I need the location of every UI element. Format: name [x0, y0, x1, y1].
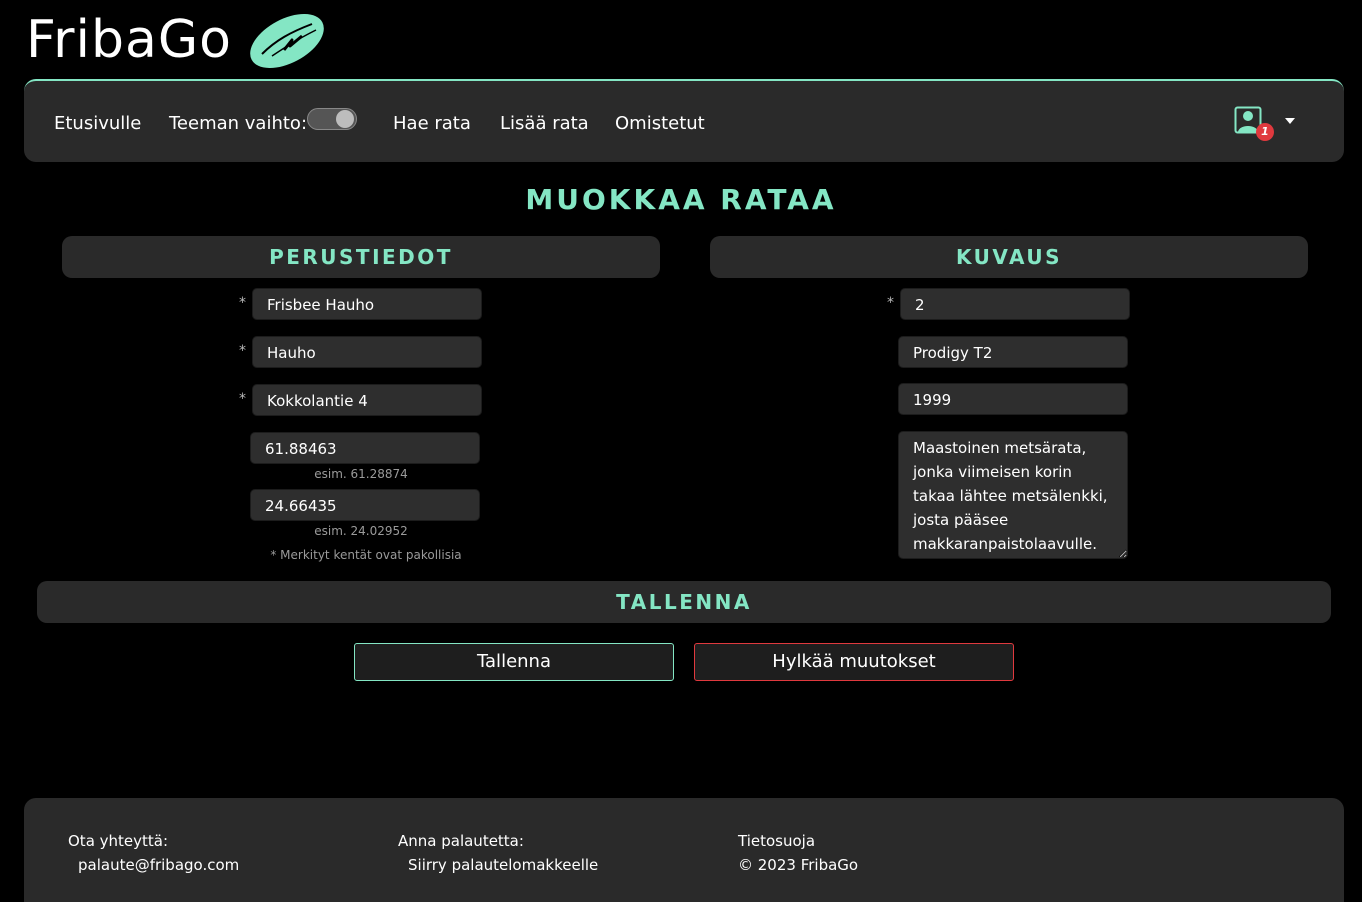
- logo-text: FribaGo: [26, 10, 232, 70]
- description-header: KUVAUS: [710, 236, 1308, 278]
- city-input[interactable]: Hauho: [252, 336, 482, 368]
- footer: Ota yhteyttä: palaute@fribago.com Anna p…: [24, 798, 1344, 902]
- theme-toggle[interactable]: [307, 108, 357, 130]
- save-section-header: TALLENNA: [37, 581, 1331, 623]
- theme-toggle-label: Teeman vaihto:: [169, 113, 308, 134]
- nav-home-link[interactable]: Etusivulle: [54, 113, 141, 135]
- required-fields-note: * Merkityt kentät ovat pakollisia: [270, 548, 462, 562]
- discard-changes-button[interactable]: Hylkää muutokset: [694, 643, 1014, 681]
- required-marker: *: [239, 343, 246, 359]
- logo[interactable]: FribaGo: [26, 8, 328, 72]
- navbar: Etusivulle Teeman vaihto: Hae rata Lisää…: [24, 79, 1344, 162]
- copyright: © 2023 FribaGo: [738, 856, 859, 874]
- required-marker: *: [239, 391, 246, 407]
- description-textarea[interactable]: Maastoinen metsärata, jonka viimeisen ko…: [898, 431, 1128, 559]
- contact-email-link[interactable]: palaute@fribago.com: [78, 856, 239, 874]
- year-input[interactable]: 1999: [898, 383, 1128, 415]
- user-menu-dropdown[interactable]: 1: [1234, 106, 1304, 142]
- nav-owned-link[interactable]: Omistetut: [615, 113, 705, 135]
- baskets-input[interactable]: Prodigy T2: [898, 336, 1128, 368]
- required-marker: *: [239, 295, 246, 311]
- frisbee-logo-icon: [250, 13, 324, 69]
- notification-badge: 1: [1256, 123, 1274, 141]
- required-marker: *: [887, 295, 894, 311]
- theme-toggle-knob: [336, 110, 354, 128]
- latitude-hint: esim. 61.28874: [314, 467, 408, 481]
- holes-input[interactable]: 2: [900, 288, 1130, 320]
- feedback-form-link[interactable]: Siirry palautelomakkeelle: [408, 856, 598, 874]
- nav-add-link[interactable]: Lisää rata: [500, 113, 589, 135]
- longitude-hint: esim. 24.02952: [314, 524, 408, 538]
- course-name-input[interactable]: Frisbee Hauho: [252, 288, 482, 320]
- page: FribaGo Etusivulle Teeman vaihto: Hae ra…: [0, 0, 1362, 902]
- page-title: MUOKKAA RATAA: [525, 183, 837, 216]
- chevron-down-icon: [1285, 118, 1295, 124]
- latitude-input[interactable]: 61.88463: [250, 432, 480, 464]
- basic-info-header: PERUSTIEDOT: [62, 236, 660, 278]
- nav-search-link[interactable]: Hae rata: [393, 113, 471, 135]
- save-button[interactable]: Tallenna: [354, 643, 674, 681]
- privacy-link[interactable]: Tietosuoja: [738, 832, 815, 850]
- address-input[interactable]: Kokkolantie 4: [252, 384, 482, 416]
- longitude-input[interactable]: 24.66435: [250, 489, 480, 521]
- contact-label: Ota yhteyttä:: [68, 832, 169, 850]
- feedback-label: Anna palautetta:: [398, 832, 524, 850]
